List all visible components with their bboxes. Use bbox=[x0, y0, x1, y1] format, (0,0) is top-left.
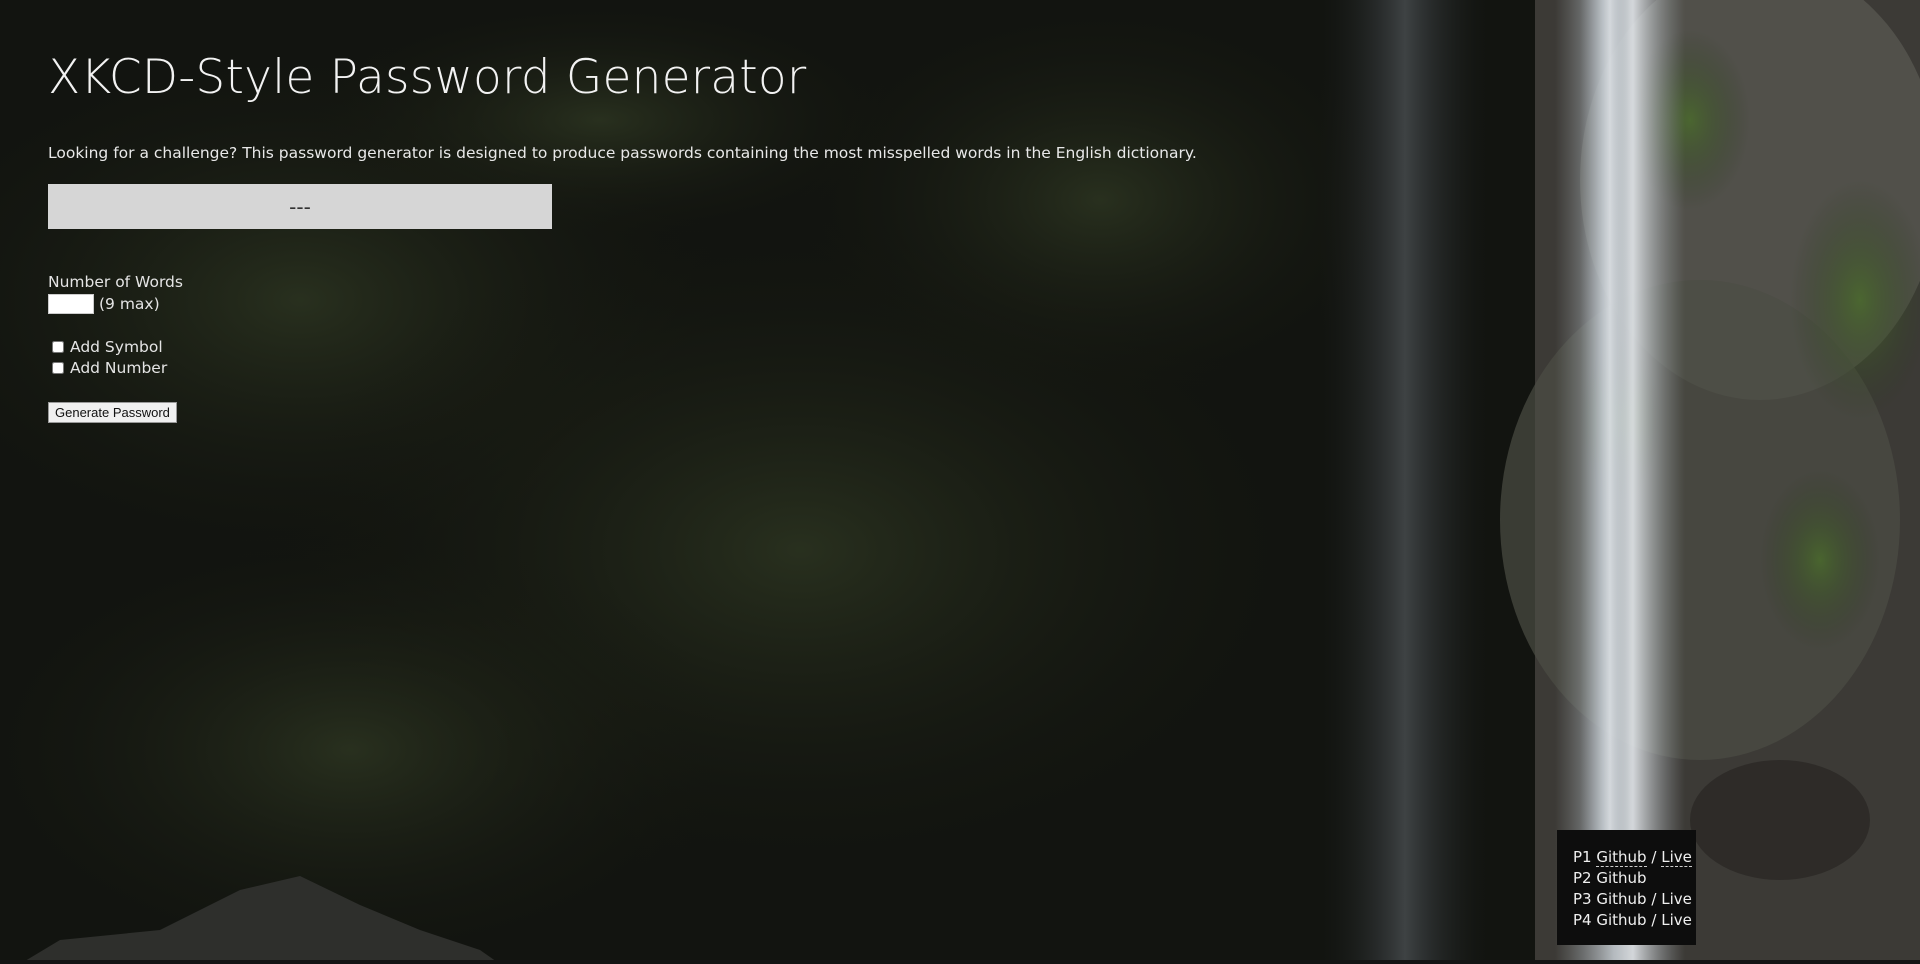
words-count-row: (9 max) bbox=[48, 294, 160, 314]
project-prefix: P3 bbox=[1573, 890, 1592, 908]
project-prefix: P4 bbox=[1573, 911, 1592, 929]
generate-password-button[interactable]: Generate Password bbox=[48, 402, 177, 423]
link-separator: / bbox=[1651, 848, 1657, 866]
page-description: Looking for a challenge? This password g… bbox=[48, 144, 1197, 162]
add-symbol-label: Add Symbol bbox=[70, 338, 163, 356]
project-row-p4: P4 Github / Live bbox=[1573, 910, 1696, 931]
projects-panel: P1 Github / Live P2 Github P3 Github / L… bbox=[1557, 830, 1696, 945]
link-separator: / bbox=[1651, 890, 1657, 908]
project-live-link[interactable]: Live bbox=[1661, 911, 1692, 929]
main-content: XKCD-Style Password Generator Looking fo… bbox=[0, 0, 1535, 964]
project-github-link[interactable]: Github bbox=[1596, 890, 1646, 908]
add-number-label: Add Number bbox=[70, 359, 168, 377]
project-github-link[interactable]: Github bbox=[1596, 911, 1646, 929]
link-separator: / bbox=[1651, 911, 1657, 929]
bottom-edge bbox=[0, 960, 1920, 964]
add-number-option[interactable]: Add Number bbox=[48, 359, 167, 377]
project-live-link[interactable]: Live bbox=[1661, 848, 1692, 867]
add-symbol-option[interactable]: Add Symbol bbox=[48, 338, 163, 356]
project-row-p1: P1 Github / Live bbox=[1573, 847, 1696, 868]
add-number-checkbox[interactable] bbox=[52, 362, 64, 374]
project-live-link[interactable]: Live bbox=[1661, 890, 1692, 908]
project-prefix: P2 bbox=[1573, 869, 1592, 887]
project-row-p3: P3 Github / Live bbox=[1573, 889, 1696, 910]
project-github-link[interactable]: Github bbox=[1596, 869, 1646, 887]
add-symbol-checkbox[interactable] bbox=[52, 341, 64, 353]
page-title: XKCD-Style Password Generator bbox=[48, 50, 807, 105]
project-prefix: P1 bbox=[1573, 848, 1592, 866]
words-count-input[interactable] bbox=[48, 294, 94, 314]
words-max-hint: (9 max) bbox=[99, 295, 160, 313]
project-github-link[interactable]: Github bbox=[1596, 848, 1647, 867]
password-output: --- bbox=[48, 184, 552, 229]
words-count-label: Number of Words bbox=[48, 273, 183, 291]
project-row-p2: P2 Github bbox=[1573, 868, 1696, 889]
